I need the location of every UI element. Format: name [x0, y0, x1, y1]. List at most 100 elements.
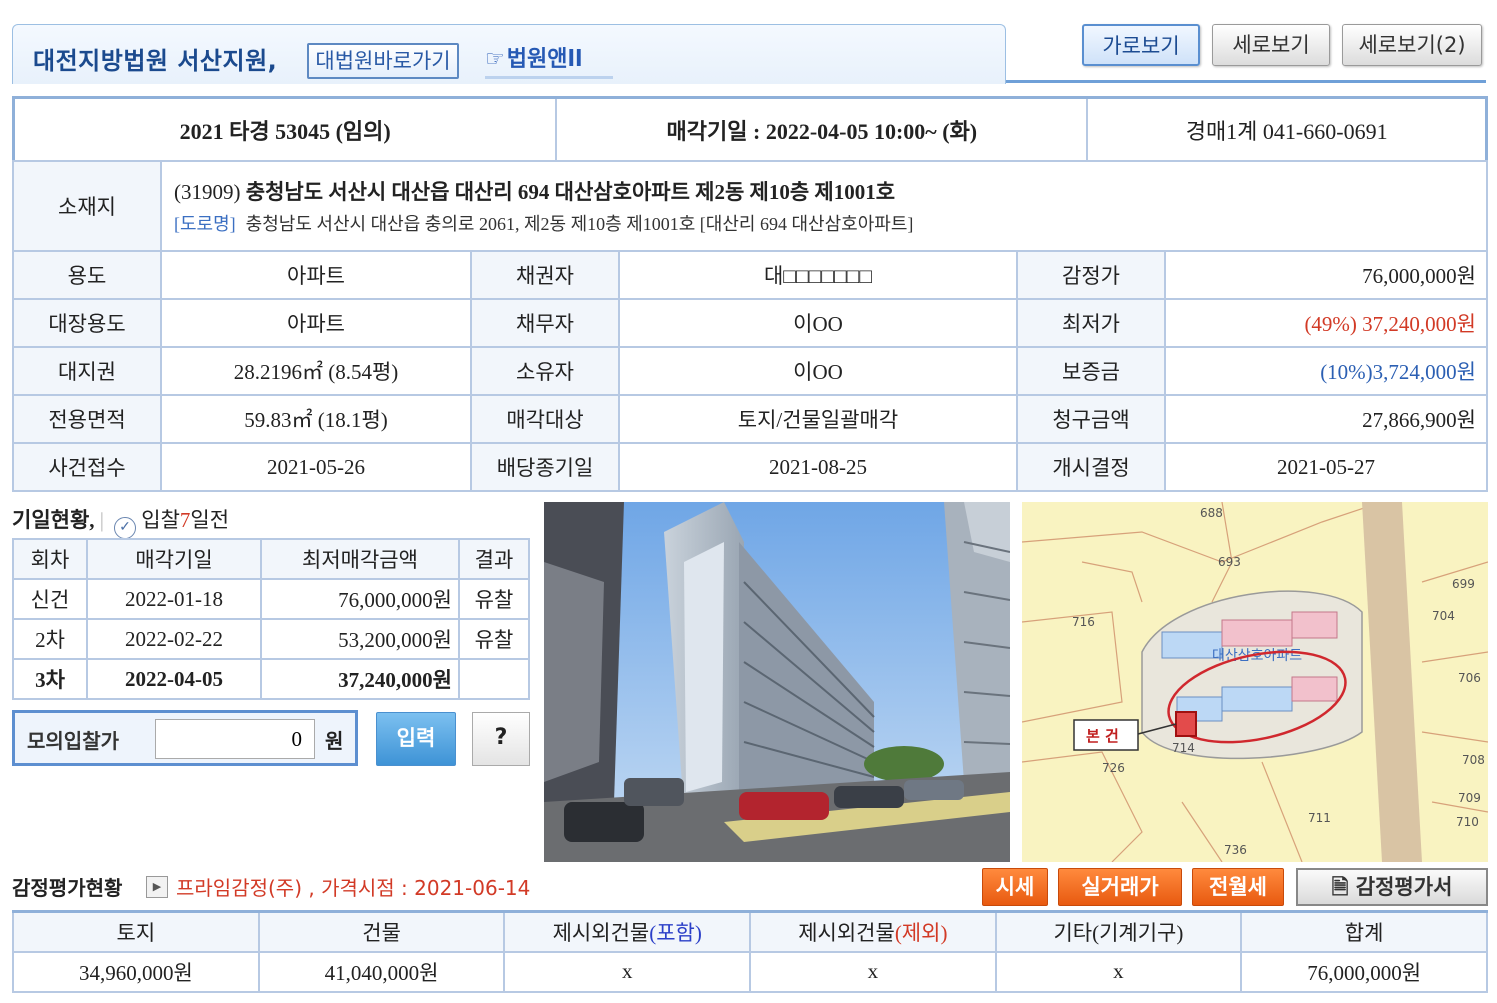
- sale-target-value: 토지/건물일괄매각: [618, 394, 1018, 444]
- land-value-cell: 34,960,000원: [12, 950, 260, 993]
- mock-bid-unit: 원: [325, 729, 344, 753]
- map-lot-label: 688: [1200, 506, 1223, 520]
- mock-bid-submit-button[interactable]: 입력: [376, 712, 456, 766]
- deposit-label: 보증금: [1016, 346, 1166, 396]
- court-ani-link[interactable]: ☞법원앤ll: [485, 45, 613, 79]
- schedule-header: 최저매각금액: [260, 538, 460, 580]
- header-divider: [1006, 80, 1486, 83]
- use-value: 아파트: [160, 250, 472, 300]
- address-main: (31909) 충청남도 서산시 대산읍 대산리 694 대산삼호아파트 제2동…: [174, 176, 1486, 206]
- appraisal-label: 감정가: [1016, 250, 1166, 300]
- appraisal-header: 토지: [12, 910, 260, 953]
- schedule-header: 결과: [458, 538, 530, 580]
- area-value: 59.83㎡ (18.1평): [160, 394, 472, 444]
- landscape-view-button[interactable]: 가로보기: [1082, 24, 1200, 66]
- dividend-deadline-label: 배당종기일: [470, 442, 620, 492]
- appraisal-header: 건물: [257, 910, 506, 953]
- appraisal-header-included: 제시외건물(포함): [503, 910, 752, 953]
- help-button[interactable]: ?: [472, 712, 530, 766]
- property-photo[interactable]: [544, 502, 1010, 862]
- appraisal-info: 프라임감정(주) , 가격시점 : 2021-06-14: [176, 876, 531, 900]
- appraisal-report-label: 감정평가서: [1355, 875, 1453, 899]
- document-icon: 🗎: [1331, 875, 1356, 899]
- check-icon: ✓: [114, 517, 136, 539]
- appraisal-title: 감정평가현황: [12, 876, 123, 900]
- address-label: 소재지: [12, 160, 162, 252]
- other-value-cell: x: [994, 950, 1243, 993]
- ledger-use-value: 아파트: [160, 298, 472, 348]
- extra-excluded-cell: x: [749, 950, 997, 993]
- land-right-value: 28.2196㎡ (8.54평): [160, 346, 472, 396]
- result-cell: 유찰: [458, 618, 530, 660]
- appraisal-value: 76,000,000원: [1164, 250, 1488, 300]
- map-lot-label: 706: [1458, 671, 1481, 685]
- apartment-photo-illustration: [544, 502, 1010, 862]
- map-lot-label: 736: [1224, 843, 1247, 857]
- court-header: 대전지방법원 서산지원, 대법원바로가기 ☞법원앤ll: [12, 24, 1006, 84]
- map-lot-label: 704: [1432, 609, 1455, 623]
- price-cell: 76,000,000원: [260, 578, 460, 620]
- auction-department: 경매1계 041-660-0691: [1086, 96, 1488, 163]
- date-cell: 2022-04-05: [86, 658, 262, 700]
- rent-button[interactable]: 전월세: [1192, 868, 1284, 906]
- total-value-cell: 76,000,000원: [1240, 950, 1488, 993]
- property-map[interactable]: 대산삼호아파트 본 건 688 693 716 714 726 711 736 …: [1022, 502, 1488, 862]
- start-decision-value: 2021-05-27: [1164, 442, 1488, 492]
- round-cell: 2차: [12, 618, 88, 660]
- debtor-value: 이OO: [618, 298, 1018, 348]
- min-price-value: (49%) 37,240,000원: [1164, 298, 1488, 348]
- appraisal-table: 토지 건물 제시외건물(포함) 제시외건물(제외) 기타(기계기구) 합계 34…: [12, 910, 1488, 993]
- cadastral-map-illustration: 대산삼호아파트 본 건 688 693 716 714 726 711 736 …: [1022, 502, 1488, 862]
- schedule-heading: 기일현황,: [12, 508, 95, 532]
- address-cell: (31909) 충청남도 서산시 대산읍 대산리 694 대산삼호아파트 제2동…: [160, 160, 1488, 252]
- court-ani-label: 법원앤ll: [506, 47, 583, 72]
- price-cell: 37,240,000원: [260, 658, 460, 700]
- supreme-court-link-button[interactable]: 대법원바로가기: [307, 43, 459, 79]
- mock-bid-box: 모의입찰가 원: [12, 710, 358, 766]
- received-label: 사건접수: [12, 442, 162, 492]
- map-lot-label: 693: [1218, 555, 1241, 569]
- extra-included-cell: x: [503, 950, 752, 993]
- bid-days: 7: [179, 508, 191, 532]
- debtor-label: 채무자: [470, 298, 620, 348]
- address-text: 충청남도 서산시 대산읍 대산리 694 대산삼호아파트 제2동 제10층 제1…: [245, 180, 896, 204]
- portrait-view-button[interactable]: 세로보기: [1212, 24, 1330, 66]
- header-suffix-included: (포함): [649, 920, 702, 945]
- sale-date: 매각기일 : 2022-04-05 10:00~ (화): [555, 96, 1089, 163]
- start-decision-label: 개시결정: [1016, 442, 1166, 492]
- property-info-table: 소재지 (31909) 충청남도 서산시 대산읍 대산리 694 대산삼호아파트…: [12, 160, 1488, 492]
- building-value-cell: 41,040,000원: [257, 950, 506, 993]
- map-lot-label: 714: [1172, 741, 1195, 755]
- portrait-view-2-button[interactable]: 세로보기(2): [1342, 24, 1482, 66]
- result-cell: 유찰: [458, 578, 530, 620]
- map-lot-label: 709: [1458, 791, 1481, 805]
- appraisal-header: 합계: [1240, 910, 1488, 953]
- market-price-button[interactable]: 시세: [982, 868, 1048, 906]
- court-name: 대전지방법원 서산지원,: [33, 47, 278, 75]
- case-summary-table: 2021 타경 53045 (임의) 매각기일 : 2022-04-05 10:…: [12, 96, 1488, 163]
- table-row: 34,960,000원 41,040,000원 x x x 76,000,000…: [12, 950, 1488, 993]
- mock-bid-label: 모의입찰가: [27, 729, 119, 753]
- appraisal-report-button[interactable]: 🗎 감정평가서: [1296, 868, 1488, 906]
- bid-prefix: 입찰: [141, 508, 180, 532]
- header-suffix-excluded: (제외): [894, 920, 948, 945]
- road-address-tag: [도로명]: [174, 214, 236, 234]
- result-cell: [458, 658, 530, 700]
- real-transaction-button[interactable]: 실거래가: [1058, 868, 1182, 906]
- map-target-label: 본 건: [1086, 727, 1119, 745]
- schedule-header: 회차: [12, 538, 88, 580]
- area-label: 전용면적: [12, 394, 162, 444]
- min-price-label: 최저가: [1016, 298, 1166, 348]
- table-row: 3차 2022-04-05 37,240,000원: [12, 658, 530, 700]
- owner-value: 이OO: [618, 346, 1018, 396]
- play-arrow-icon[interactable]: ▶: [146, 876, 168, 898]
- table-row: 신건 2022-01-18 76,000,000원 유찰: [12, 578, 530, 620]
- map-lot-label: 708: [1462, 753, 1485, 767]
- road-address: [도로명] 충청남도 서산시 대산읍 충의로 2061, 제2동 제10층 제10…: [174, 210, 1486, 236]
- round-cell: 3차: [12, 658, 88, 700]
- owner-label: 소유자: [470, 346, 620, 396]
- use-label: 용도: [12, 250, 162, 300]
- date-cell: 2022-01-18: [86, 578, 262, 620]
- header-text: 제시외건물: [552, 920, 650, 945]
- mock-bid-input[interactable]: [155, 719, 315, 759]
